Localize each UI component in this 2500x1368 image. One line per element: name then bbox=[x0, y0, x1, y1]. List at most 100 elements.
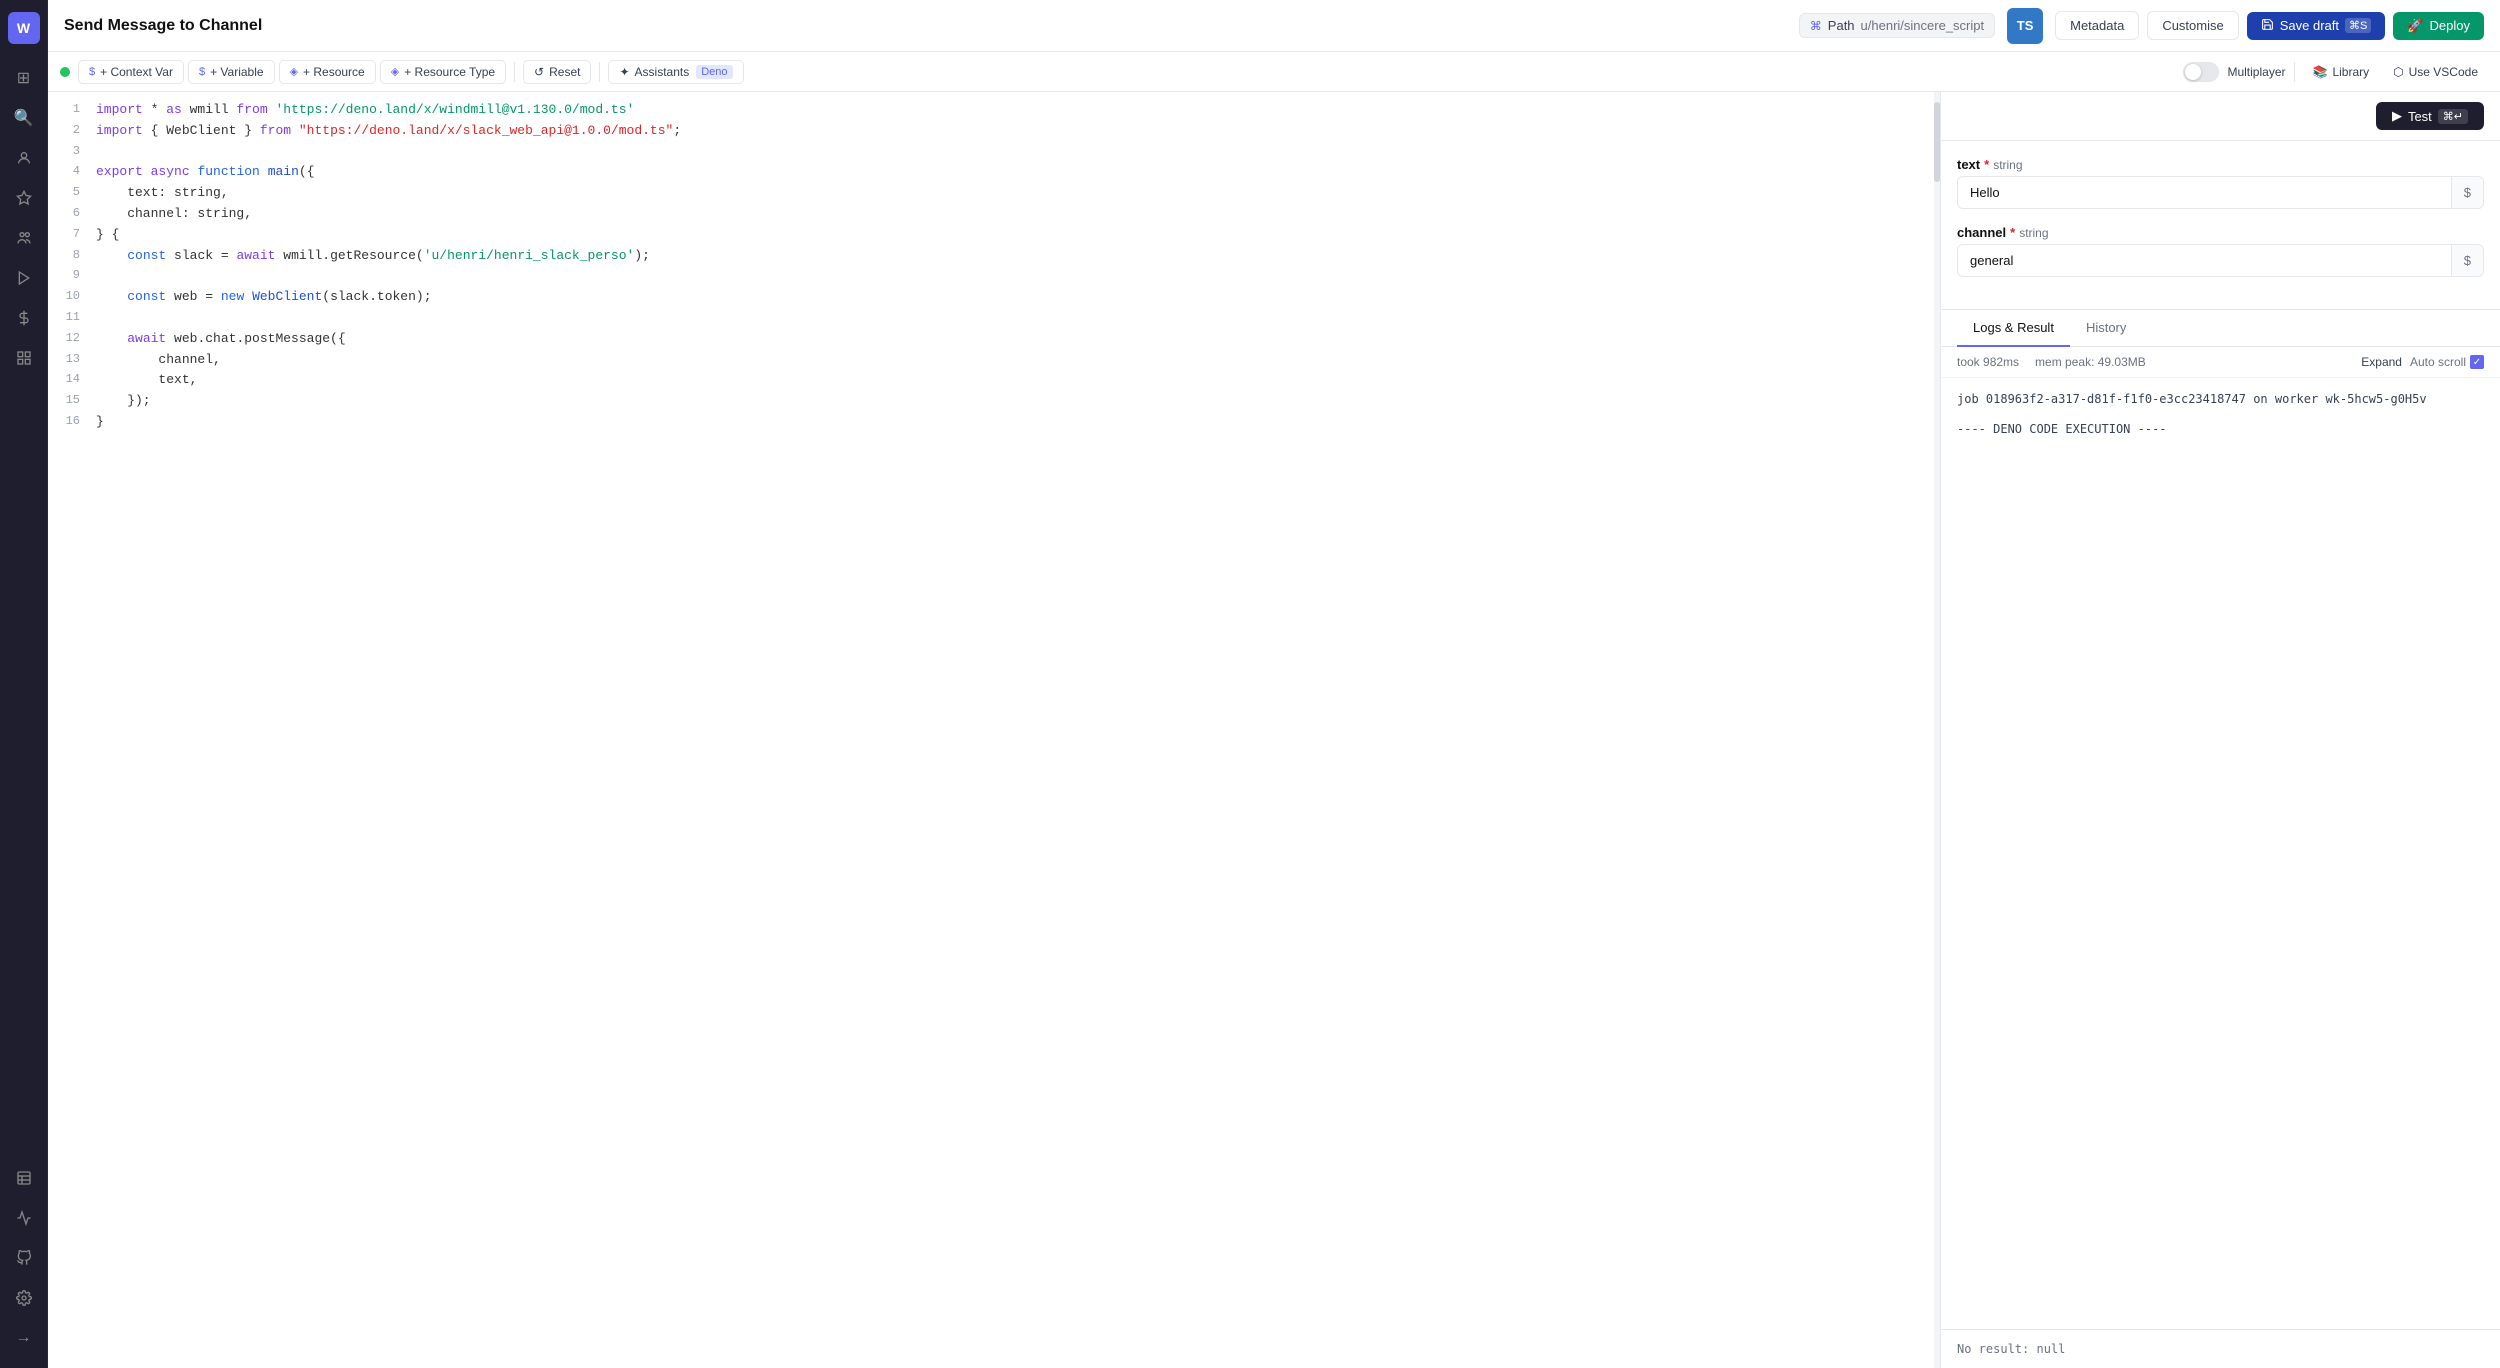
auto-scroll-checkbox[interactable]: ✓ bbox=[2470, 355, 2484, 369]
sidebar-logo[interactable]: W bbox=[8, 12, 40, 44]
toolbar-separator bbox=[514, 62, 515, 82]
line-num-6: 6 bbox=[48, 204, 96, 223]
channel-field-label: channel* string bbox=[1957, 225, 2484, 240]
sidebar-item-github[interactable] bbox=[6, 1240, 42, 1276]
line-content-15: }); bbox=[96, 391, 1940, 412]
variable-button[interactable]: $ + Variable bbox=[188, 60, 275, 84]
line-content-11 bbox=[96, 308, 1940, 329]
line-num-15: 15 bbox=[48, 391, 96, 410]
content-area: 1 import * as wmill from 'https://deno.l… bbox=[48, 92, 2500, 1368]
path-badge[interactable]: ⌘ Path u/henri/sincere_script bbox=[1799, 13, 1995, 38]
text-field-label: text* string bbox=[1957, 157, 2484, 172]
play-icon: ▶ bbox=[2392, 108, 2402, 124]
line-num-16: 16 bbox=[48, 412, 96, 431]
sidebar-item-search[interactable]: 🔍 bbox=[6, 100, 42, 136]
test-label: Test bbox=[2408, 109, 2432, 124]
code-line-2: 2 import { WebClient } from "https://den… bbox=[48, 121, 1940, 142]
line-content-12: await web.chat.postMessage({ bbox=[96, 329, 1940, 350]
toolbar-separator-3 bbox=[2294, 62, 2295, 82]
logs-section: Logs & Result History took 982ms mem pea… bbox=[1941, 310, 2500, 1368]
code-line-5: 5 text: string, bbox=[48, 183, 1940, 204]
auto-scroll-toggle[interactable]: Auto scroll ✓ bbox=[2410, 355, 2484, 369]
resource-type-button[interactable]: ◈ + Resource Type bbox=[380, 60, 506, 84]
sidebar-item-users[interactable] bbox=[6, 220, 42, 256]
tab-history[interactable]: History bbox=[2070, 310, 2142, 347]
line-num-11: 11 bbox=[48, 308, 96, 327]
metadata-button[interactable]: Metadata bbox=[2055, 11, 2139, 40]
editor-scrollbar bbox=[1934, 92, 1940, 1368]
sidebar-item-dollar[interactable] bbox=[6, 300, 42, 336]
toolbar: $ + Context Var $ + Variable ◈ + Resourc… bbox=[48, 52, 2500, 92]
code-line-6: 6 channel: string, bbox=[48, 204, 1940, 225]
sidebar-item-arrow[interactable]: → bbox=[6, 1320, 42, 1356]
code-line-1: 1 import * as wmill from 'https://deno.l… bbox=[48, 100, 1940, 121]
sidebar-item-chart[interactable] bbox=[6, 1200, 42, 1236]
channel-field-wrap: $ bbox=[1957, 244, 2484, 277]
deploy-label: Deploy bbox=[2430, 18, 2470, 33]
topbar: ⌘ Path u/henri/sincere_script TS Metadat… bbox=[48, 0, 2500, 52]
resource-button[interactable]: ◈ + Resource bbox=[279, 60, 376, 84]
text-input[interactable] bbox=[1958, 177, 2451, 208]
channel-input[interactable] bbox=[1958, 245, 2451, 276]
sidebar-item-play[interactable] bbox=[6, 260, 42, 296]
test-button[interactable]: ▶ Test ⌘↵ bbox=[2376, 102, 2484, 130]
line-content-6: channel: string, bbox=[96, 204, 1940, 225]
sidebar-item-grid[interactable] bbox=[6, 340, 42, 376]
save-draft-button[interactable]: Save draft ⌘S bbox=[2247, 12, 2386, 40]
editor-scroll-thumb bbox=[1934, 102, 1940, 182]
expand-label[interactable]: Expand bbox=[2361, 355, 2402, 369]
line-num-1: 1 bbox=[48, 100, 96, 119]
sidebar-item-table[interactable] bbox=[6, 1160, 42, 1196]
code-content: 1 import * as wmill from 'https://deno.l… bbox=[48, 92, 1940, 441]
main-area: ⌘ Path u/henri/sincere_script TS Metadat… bbox=[48, 0, 2500, 1368]
reset-button[interactable]: ↺ Reset bbox=[523, 60, 591, 84]
test-bar: ▶ Test ⌘↵ bbox=[1941, 92, 2500, 141]
code-line-10: 10 const web = new WebClient(slack.token… bbox=[48, 287, 1940, 308]
channel-field-group: channel* string $ bbox=[1957, 225, 2484, 277]
code-line-13: 13 channel, bbox=[48, 350, 1940, 371]
assistants-icon: ✦ bbox=[619, 65, 629, 79]
context-var-button[interactable]: $ + Context Var bbox=[78, 60, 184, 84]
path-icon: ⌘ bbox=[1810, 19, 1822, 33]
channel-label-text: channel bbox=[1957, 225, 2006, 240]
sidebar-item-star[interactable] bbox=[6, 180, 42, 216]
resource-type-label: + Resource Type bbox=[404, 65, 495, 79]
code-line-9: 9 bbox=[48, 266, 1940, 287]
deploy-icon: 🚀 bbox=[2407, 18, 2423, 34]
customise-button[interactable]: Customise bbox=[2147, 11, 2238, 40]
deploy-button[interactable]: 🚀 Deploy bbox=[2393, 12, 2484, 40]
line-content-9 bbox=[96, 266, 1940, 287]
sidebar-item-settings[interactable] bbox=[6, 1280, 42, 1316]
channel-dollar-button[interactable]: $ bbox=[2451, 245, 2483, 276]
library-label: Library bbox=[2332, 65, 2369, 79]
line-num-12: 12 bbox=[48, 329, 96, 348]
vscode-label: Use VSCode bbox=[2409, 65, 2478, 79]
text-field-wrap: $ bbox=[1957, 176, 2484, 209]
sidebar: W ⊞ 🔍 → bbox=[0, 0, 48, 1368]
vscode-button[interactable]: ⬡ Use VSCode bbox=[2383, 61, 2488, 83]
sidebar-item-user[interactable] bbox=[6, 140, 42, 176]
path-label: Path bbox=[1828, 18, 1855, 33]
script-title-input[interactable] bbox=[64, 17, 1787, 35]
code-line-11: 11 bbox=[48, 308, 1940, 329]
code-line-16: 16 } bbox=[48, 412, 1940, 433]
code-editor[interactable]: 1 import * as wmill from 'https://deno.l… bbox=[48, 92, 1940, 1368]
library-button[interactable]: 📚 Library bbox=[2303, 61, 2380, 83]
assistants-button[interactable]: ✦ Assistants Deno bbox=[608, 60, 743, 84]
log-line-2: ---- DENO CODE EXECUTION ---- bbox=[1957, 420, 2484, 438]
save-icon bbox=[2261, 18, 2274, 34]
log-blank-1 bbox=[1957, 412, 2484, 420]
tab-logs-result[interactable]: Logs & Result bbox=[1957, 310, 2070, 347]
multiplayer-toggle-switch[interactable] bbox=[2183, 62, 2219, 82]
resource-icon: ◈ bbox=[290, 65, 298, 78]
reset-label: Reset bbox=[549, 65, 580, 79]
code-line-14: 14 text, bbox=[48, 370, 1940, 391]
line-content-14: text, bbox=[96, 370, 1940, 391]
sidebar-item-home[interactable]: ⊞ bbox=[6, 60, 42, 96]
line-num-7: 7 bbox=[48, 225, 96, 244]
ts-badge: TS bbox=[2007, 8, 2043, 44]
line-content-16: } bbox=[96, 412, 1940, 433]
multiplayer-toggle: Multiplayer bbox=[2183, 62, 2285, 82]
line-content-5: text: string, bbox=[96, 183, 1940, 204]
text-dollar-button[interactable]: $ bbox=[2451, 177, 2483, 208]
